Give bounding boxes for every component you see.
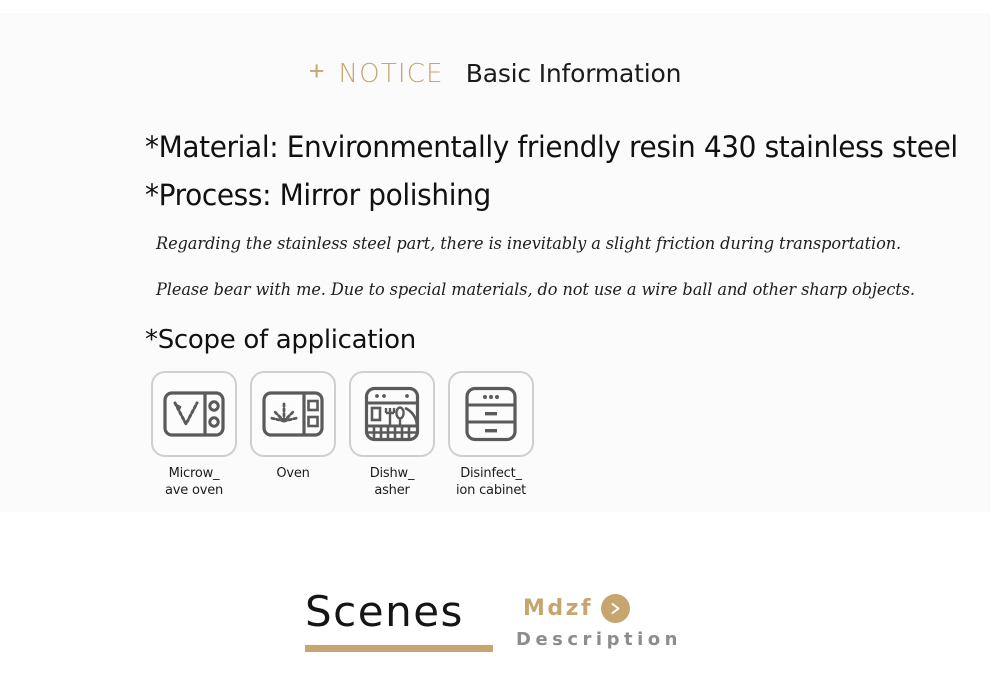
dishwasher-icon bbox=[364, 386, 420, 442]
appliance-item-microwave: Microw_ ave oven bbox=[148, 371, 240, 499]
dishwasher-icon-box bbox=[349, 371, 435, 457]
notice-heading: + NOTICE Basic Information bbox=[0, 56, 990, 89]
microwave-oven-icon-box bbox=[151, 371, 237, 457]
scope-heading: *Scope of application bbox=[145, 325, 416, 355]
note-line-care: Please bear with me. Due to special mate… bbox=[156, 280, 915, 299]
appliance-item-disinfection-cabinet: Disinfect_ ion cabinet bbox=[445, 371, 537, 499]
brand-row: Mdzf bbox=[523, 594, 631, 623]
scenes-section: Scenes Mdzf Description bbox=[0, 575, 999, 665]
brand-description: Description bbox=[516, 629, 682, 650]
scenes-title-underline bbox=[305, 645, 493, 652]
plus-icon: + bbox=[308, 56, 325, 86]
disinfection-cabinet-icon bbox=[465, 386, 517, 442]
notice-label: NOTICE bbox=[338, 59, 444, 89]
spec-material-line: *Material: Environmentally friendly resi… bbox=[145, 130, 958, 164]
brand-name: Mdzf bbox=[523, 596, 594, 621]
appliance-label: Microw_ ave oven bbox=[164, 466, 224, 498]
microwave-oven-icon bbox=[163, 391, 225, 437]
appliance-icon-row: Microw_ ave oven Oven Dishw_ asher Disin… bbox=[148, 371, 537, 499]
note-line-transportation: Regarding the stainless steel part, ther… bbox=[156, 234, 902, 253]
chevron-right-glyph bbox=[611, 603, 620, 614]
appliance-label: Dishw_ asher bbox=[369, 466, 415, 498]
appliance-label: Oven bbox=[276, 466, 310, 481]
appliance-item-dishwasher: Dishw_ asher bbox=[346, 371, 438, 499]
scenes-title: Scenes bbox=[305, 587, 464, 636]
appliance-label: Disinfect_ ion cabinet bbox=[455, 466, 527, 498]
appliance-item-oven: Oven bbox=[247, 371, 339, 499]
disinfection-cabinet-icon-box bbox=[448, 371, 534, 457]
spec-process-line: *Process: Mirror polishing bbox=[145, 178, 491, 212]
oven-icon-box bbox=[250, 371, 336, 457]
chevron-right-icon[interactable] bbox=[601, 594, 631, 623]
oven-icon bbox=[262, 391, 324, 437]
notice-subtitle: Basic Information bbox=[465, 59, 682, 88]
notice-panel: + NOTICE Basic Information *Material: Envi… bbox=[0, 13, 990, 512]
